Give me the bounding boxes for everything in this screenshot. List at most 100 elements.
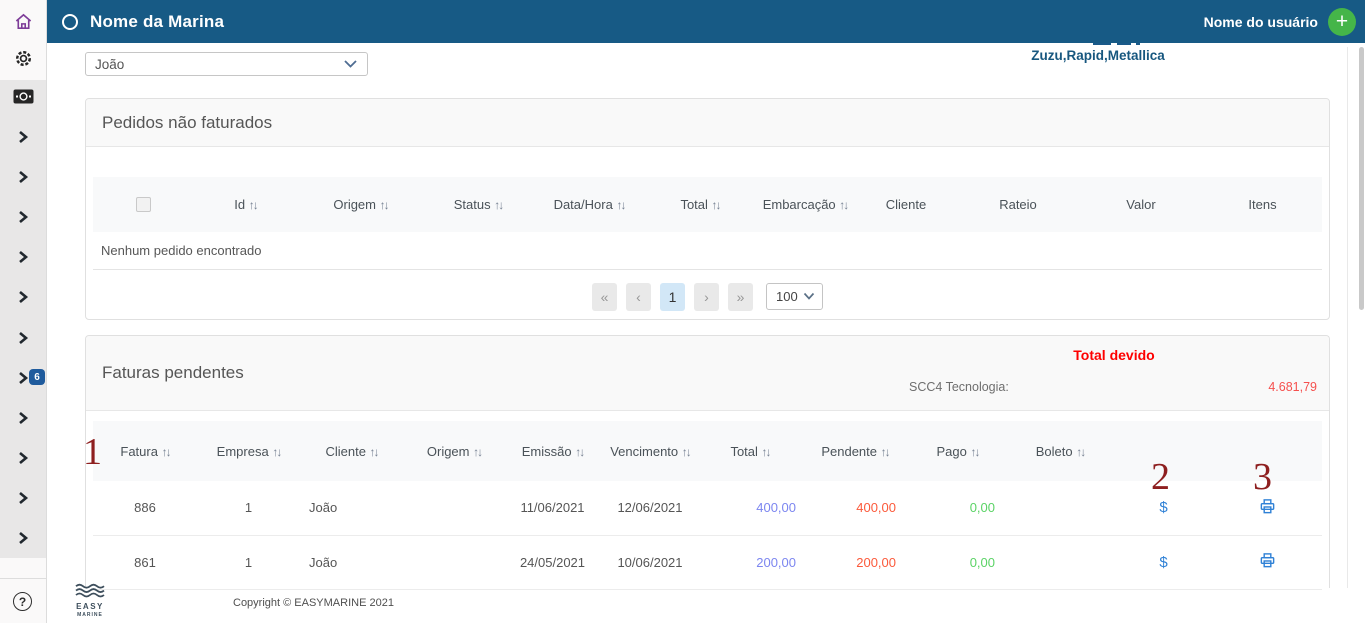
marina-logo-circle-icon	[62, 13, 78, 30]
column-header-valor: Valor	[1126, 197, 1156, 212]
faturas-card-header: Faturas pendentes Total devido SCC4 Tecn…	[86, 336, 1329, 411]
pedidos-nao-faturados-card: Pedidos não faturados Id ↑↓ Origem ↑↓ St…	[85, 98, 1330, 320]
logo-text-marine: MARINE	[77, 611, 103, 618]
money-icon[interactable]	[0, 89, 46, 104]
user-menu[interactable]: Nome do usuário	[1204, 14, 1318, 30]
cell-fatura: 886	[134, 500, 156, 516]
chevron-right-icon[interactable]	[0, 530, 46, 546]
chevron-right-icon[interactable]	[0, 289, 46, 305]
column-header-pago[interactable]: Pago ↑↓	[910, 421, 1005, 481]
column-header-itens: Itens	[1248, 197, 1277, 212]
sort-icon: ↑↓	[272, 444, 282, 459]
column-header-vencimento[interactable]: Vencimento ↑↓	[600, 421, 700, 481]
page-size-select[interactable]: 100	[766, 283, 823, 310]
cell-empresa: 1	[244, 554, 253, 570]
fatura-row: 886 1 João 11/06/2021 12/06/2021 400,00 …	[93, 481, 1322, 535]
help-icon[interactable]: ?	[13, 592, 32, 611]
chevron-right-icon[interactable]	[0, 450, 46, 466]
sort-icon: ↑↓	[248, 198, 259, 212]
top-header-bar: Nome da Marina Nome do usuário +	[47, 0, 1365, 43]
fatura-row: 861 1 João 24/05/2021 10/06/2021 200,00 …	[93, 535, 1322, 589]
printer-icon[interactable]	[1259, 498, 1276, 515]
annotation-number-3: 3	[1253, 456, 1272, 498]
cell-empresa: 1	[244, 500, 253, 516]
faturas-card-title: Faturas pendentes	[102, 363, 244, 382]
cell-pago: 0,00	[969, 500, 995, 516]
chevron-right-icon[interactable]	[0, 490, 46, 506]
clipped-text-fragment	[1136, 43, 1140, 45]
cell-emissao: 11/06/2021	[520, 500, 585, 516]
printer-icon[interactable]	[1259, 552, 1276, 569]
chevron-right-icon[interactable]	[0, 330, 46, 346]
chevron-right-icon[interactable]	[0, 129, 46, 145]
total-devido-value: 4.681,79	[1268, 380, 1317, 394]
column-header-status[interactable]: Status ↑↓	[423, 177, 533, 232]
select-all-checkbox[interactable]	[135, 197, 151, 212]
column-header-data-hora[interactable]: Data/Hora ↑↓	[533, 177, 645, 232]
column-header-origem[interactable]: Origem ↑↓	[298, 177, 423, 232]
column-header-pendente[interactable]: Pendente ↑↓	[800, 421, 910, 481]
total-devido-label: Total devido	[1073, 347, 1155, 363]
select-all-header	[93, 177, 193, 232]
sort-icon: ↑↓	[1076, 444, 1086, 459]
chevron-down-icon	[803, 292, 815, 300]
dollar-payment-icon[interactable]: $	[1159, 554, 1167, 571]
pagination-last-button[interactable]: »	[728, 282, 753, 311]
column-header-fatura[interactable]: Fatura ↑↓	[93, 421, 197, 481]
pagination-first-button[interactable]: «	[592, 282, 617, 311]
add-button[interactable]: +	[1328, 7, 1356, 36]
logo-text-easy: EASY	[76, 602, 104, 611]
column-header-total[interactable]: Total ↑↓	[700, 421, 800, 481]
gear-icon[interactable]	[0, 49, 46, 68]
column-header-origem[interactable]: Origem ↑↓	[403, 421, 505, 481]
sort-icon: ↑↓	[880, 444, 891, 459]
sort-icon: ↑↓	[575, 444, 585, 459]
cell-pago: 0,00	[969, 554, 995, 570]
client-select[interactable]: João	[85, 52, 368, 76]
column-header-embarcacao[interactable]: Embarcação ↑↓	[755, 177, 855, 232]
column-header-id[interactable]: Id ↑↓	[193, 177, 298, 232]
column-header-rateio: Rateio	[999, 197, 1037, 212]
faturas-header-row: Fatura ↑↓ Empresa ↑↓ Cliente ↑↓ Origem ↑…	[93, 421, 1322, 481]
app-root: 6 ? Nome da Marina Nome do usuário + Joã…	[0, 0, 1365, 623]
annotation-number-2: 2	[1151, 456, 1170, 498]
chevron-down-icon	[344, 60, 357, 68]
page-size-value: 100	[776, 289, 798, 304]
cell-origem	[403, 535, 505, 589]
column-header-boleto[interactable]: Boleto ↑↓	[1005, 421, 1115, 481]
chevron-right-icon[interactable]	[0, 169, 46, 185]
cell-boleto	[1005, 481, 1115, 535]
column-header-empresa[interactable]: Empresa ↑↓	[197, 421, 300, 481]
chevron-right-icon[interactable]	[0, 209, 46, 225]
home-icon[interactable]	[0, 12, 46, 31]
chevron-right-icon[interactable]	[0, 410, 46, 426]
dollar-payment-icon[interactable]: $	[1159, 499, 1167, 516]
column-header-emissao[interactable]: Emissão ↑↓	[505, 421, 600, 481]
column-header-total[interactable]: Total ↑↓	[645, 177, 755, 232]
column-header-cliente[interactable]: Cliente ↑↓	[300, 421, 403, 481]
cell-origem	[403, 481, 505, 535]
sort-icon: ↑↓	[379, 198, 390, 212]
sidebar: 6 ?	[0, 0, 47, 623]
pagination-prev-button[interactable]: ‹	[626, 282, 651, 311]
pagination-page-1-button[interactable]: 1	[660, 282, 685, 311]
client-select-value: João	[95, 56, 125, 72]
pagination: « ‹ 1 › » 100	[86, 282, 1329, 311]
cell-pendente: 400,00	[856, 500, 896, 516]
vertical-scrollbar[interactable]	[1359, 47, 1364, 310]
cell-boleto	[1005, 535, 1115, 589]
cell-total: 400,00	[756, 500, 796, 516]
pedidos-table: Id ↑↓ Origem ↑↓ Status ↑↓ Data/Hora ↑↓ T…	[93, 177, 1322, 270]
pagination-next-button[interactable]: ›	[694, 282, 719, 311]
cell-pendente: 200,00	[856, 554, 896, 570]
faturas-pendentes-card: Faturas pendentes Total devido SCC4 Tecn…	[85, 335, 1330, 589]
empty-state-row: Nenhum pedido encontrado	[93, 232, 1322, 270]
sidebar-menu-section	[0, 80, 46, 558]
cell-emissao: 24/05/2021	[519, 554, 586, 570]
pedidos-card-title: Pedidos não faturados	[102, 112, 273, 132]
cell-vencimento: 12/06/2021	[617, 500, 683, 516]
sort-icon: ↑↓	[761, 444, 772, 459]
chevron-right-icon[interactable]	[0, 249, 46, 265]
cell-cliente: João	[309, 500, 338, 516]
easymarine-logo: EASY MARINE	[73, 583, 107, 618]
